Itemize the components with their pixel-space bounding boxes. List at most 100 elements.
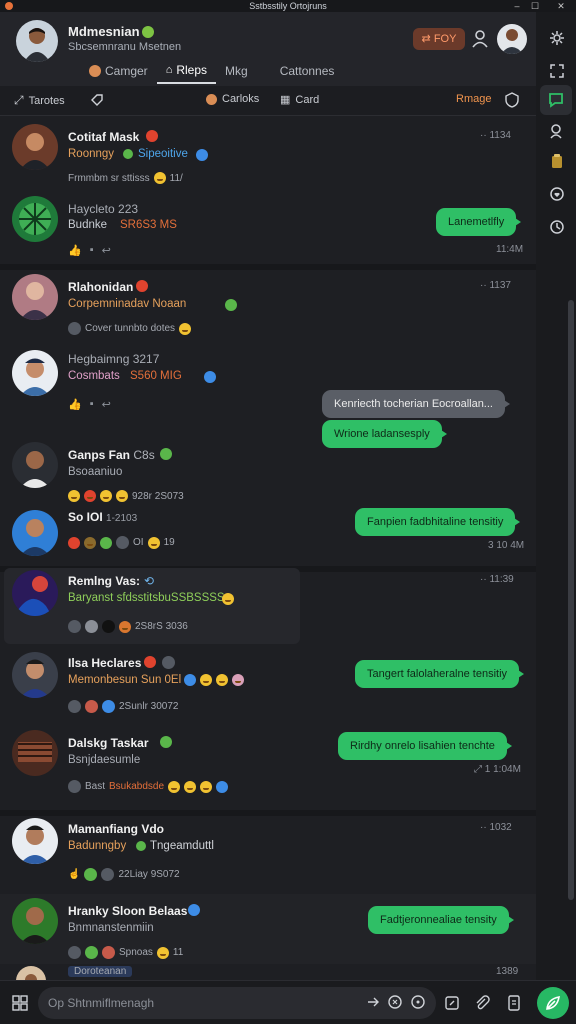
expand-icon[interactable]	[548, 62, 566, 80]
message-bubble[interactable]: Fadtjeronnealiae tensity	[368, 906, 514, 934]
chat-row[interactable]: Rlahonidan Corpemninadav Noaan Cover tun…	[0, 270, 536, 344]
profile-avatar[interactable]	[16, 20, 58, 62]
heart-chat-icon[interactable]	[548, 185, 566, 203]
filter-label: Tarotes	[28, 94, 65, 107]
file-icon: ▪	[89, 244, 94, 256]
emoji-icon	[232, 674, 244, 686]
chat-subtitle: Bsnjdaesumle	[68, 754, 141, 766]
chat-row[interactable]: Remlng Vas: ⟲ Baryanst sfdsstitsbuSSBSSS…	[0, 568, 536, 644]
user-icon[interactable]	[472, 30, 488, 48]
chat-row[interactable]: Cotitaf Mask Roonngy Sipeoitive Frmmbm s…	[0, 118, 536, 192]
chat-row[interactable]: So IOI 1-2103 OI 19 Fanpien fadbhitaline …	[0, 506, 536, 570]
close-icon[interactable]: ✕	[552, 0, 570, 12]
chat-name: Rlahonidan	[68, 280, 134, 294]
chat-row[interactable]: Doroteanan 1389	[0, 964, 536, 980]
chat-row[interactable]: Ganps Fan C8s Bsoaaniuo 928r 2S073	[0, 434, 536, 506]
chat-row[interactable]: Hranky Sloon Belaas Bnmnanstenmiin Spnoa…	[0, 894, 536, 964]
message-bubble[interactable]: Lanemetlfly	[436, 208, 522, 236]
chat-avatar[interactable]	[12, 274, 58, 320]
chat-row[interactable]: Haycleto 223 Budnke SR6S3 MS 👍 ▪ ↩ Lanemet…	[0, 192, 536, 262]
search-people-icon[interactable]	[548, 122, 566, 140]
filter-rmage[interactable]: Rmage	[456, 93, 491, 105]
chat-row[interactable]: Dalskg Taskar Bsnjdaesumle Bast Bsukabdsd…	[0, 716, 536, 806]
emoji-icon	[216, 674, 228, 686]
fire-icon	[144, 656, 156, 668]
chat-subtitle: Badunngby	[68, 840, 127, 852]
chat-name: Cotitaf Mask	[68, 130, 140, 144]
chat-row[interactable]: Hegbaimng 3217 Cosmbats S560 MIG 👍 ▪ ↩ Ken…	[0, 344, 536, 448]
chat-row[interactable]: Ilsa Heclares Memonbesun Sun 0El 2Sunlr …	[0, 644, 536, 716]
chat-meta: Spnoas 11	[68, 946, 183, 959]
bottom-bar	[0, 980, 576, 1024]
filter-card[interactable]: ▦ Card	[280, 93, 319, 107]
chat-icon[interactable]	[540, 85, 572, 115]
tag-icon[interactable]	[90, 93, 104, 107]
shield-icon[interactable]	[504, 92, 520, 108]
chat-avatar[interactable]	[12, 124, 58, 170]
chat-avatar[interactable]	[12, 898, 58, 944]
chat-avatar[interactable]	[12, 196, 58, 242]
gif-icon[interactable]	[388, 995, 404, 1011]
message-bubble[interactable]: Fanpien fadbhitaline tensitiy	[355, 508, 521, 536]
clock-icon[interactable]	[548, 218, 566, 236]
mini-avatar	[68, 322, 81, 335]
chat-avatar[interactable]	[12, 652, 58, 698]
chat-avatar[interactable]	[16, 966, 46, 980]
chat-avatar[interactable]	[12, 570, 58, 616]
chat-subtitle-extra: SR6S3 MS	[120, 219, 177, 231]
chat-subtitle: Bsoaaniuo	[68, 466, 123, 478]
tab-cattonnes[interactable]: Cattonnes	[271, 58, 344, 84]
emoji-icon	[119, 620, 131, 633]
filter-carloks[interactable]: Carloks	[206, 93, 259, 105]
chat-subtitle-extra: Sipeoitive	[138, 148, 188, 160]
chat-time: ·· 11:39	[480, 574, 514, 585]
maximize-icon[interactable]: ☐	[526, 0, 544, 12]
chat-meta: OI 19	[68, 536, 175, 549]
emoji-icon	[153, 172, 166, 184]
tab-rleps[interactable]: ⌂ Rleps	[156, 58, 217, 84]
chat-avatar[interactable]	[12, 350, 58, 396]
reply-icon: ↩	[101, 245, 111, 257]
clipboard-icon[interactable]	[548, 152, 566, 170]
minimize-icon[interactable]: –	[508, 0, 526, 12]
emoji-icon	[184, 674, 196, 686]
fire-icon	[136, 280, 148, 292]
sticker-icon[interactable]	[444, 995, 460, 1011]
message-bubble[interactable]: Rirdhy onrelo lisahien tenchte	[338, 732, 512, 760]
emoji-picker-icon[interactable]	[411, 995, 427, 1011]
message-bubble[interactable]: Tangert falolaheralne tensitiy	[355, 660, 525, 688]
chat-avatar[interactable]	[12, 510, 58, 556]
emoji-icon	[184, 780, 197, 793]
message-bubble[interactable]: Kenriecth tocherian Eocroallan...	[322, 390, 510, 418]
grid-icon[interactable]	[12, 995, 28, 1011]
settings-icon[interactable]	[548, 29, 566, 47]
chat-avatar[interactable]	[12, 818, 58, 864]
chat-name: Ilsa Heclares	[68, 656, 142, 670]
loop-icon: ⟲	[144, 574, 155, 588]
emoji-icon	[84, 490, 96, 502]
chat-avatar[interactable]	[12, 442, 58, 488]
search-input[interactable]	[48, 987, 368, 1019]
window-title: Sstbsstily Ortojruns	[249, 1, 327, 11]
like-icon: 👍	[68, 399, 82, 411]
attach-icon[interactable]	[474, 995, 490, 1011]
mini-avatar	[84, 868, 98, 881]
send-button[interactable]	[537, 987, 569, 1019]
filter-tarotes[interactable]: ⤢ Tarotes	[14, 93, 65, 108]
chat-row[interactable]: Mamanfiang Vdo Badunngby Tngeamduttl ☝ 22…	[0, 816, 536, 894]
chat-time: ·· 1134	[480, 130, 511, 141]
tab-mkg[interactable]: Mkg	[216, 58, 257, 84]
document-icon[interactable]	[506, 995, 522, 1011]
arrow-icon[interactable]	[366, 995, 382, 1011]
chat-list: Cotitaf Mask Roonngy Sipeoitive Frmmbm s…	[0, 118, 536, 980]
header-badge-button[interactable]: ⇄ FOY	[413, 28, 465, 50]
chat-name: Remlng Vas:	[68, 574, 141, 588]
scrollbar[interactable]	[568, 300, 574, 900]
reaction-row: 👍 ▪ ↩	[68, 398, 111, 411]
tab-label: Camger	[105, 64, 148, 78]
chat-avatar[interactable]	[12, 730, 58, 776]
emoji-icon	[100, 536, 112, 549]
account-avatar[interactable]	[497, 24, 527, 54]
tab-camger[interactable]: Camger	[80, 58, 157, 84]
filter-label: Rmage	[456, 93, 492, 105]
